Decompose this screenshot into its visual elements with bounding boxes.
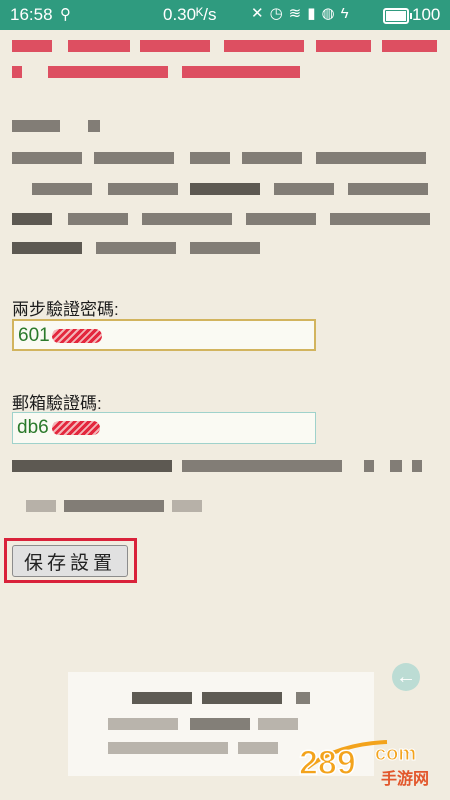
battery-icon — [383, 8, 412, 24]
status-bar: 16:58 ⚲ 0.30ᴷ/s ✕◷≋▮◍ϟ 100 — [0, 0, 450, 30]
watermark-brand: 289 — [299, 744, 356, 782]
charging-icon: ϟ — [340, 5, 355, 22]
status-icons: ✕◷≋▮◍ϟ — [251, 4, 355, 22]
status-time: 16:58 — [10, 5, 53, 24]
network-speed: 0.30ᴷ/s — [163, 5, 217, 24]
back-arrow-icon[interactable]: ← — [392, 663, 420, 691]
watermark-suffix: com — [375, 743, 416, 765]
email-code-label: 郵箱驗證碼: — [12, 394, 102, 413]
two-step-password-value: 601 — [18, 325, 50, 346]
signal-icon: ▮ — [307, 5, 322, 22]
save-settings-button[interactable]: 保存設置 — [12, 545, 128, 577]
redaction-scribble — [52, 329, 102, 343]
battery-percent: 100 — [412, 5, 441, 24]
usb-icon: ⚲ — [60, 6, 71, 23]
notification-mute-icon: ✕ — [251, 5, 270, 22]
data-saver-icon: ◍ — [321, 5, 341, 22]
wifi-icon: ≋ — [288, 5, 308, 22]
watermark-logo: 289 com 手游网 — [298, 740, 429, 788]
two-step-password-label: 兩步驗證密碼: — [12, 300, 119, 319]
redaction-scribble — [52, 421, 100, 435]
alarm-icon: ◷ — [269, 5, 289, 22]
email-code-value: db6 — [17, 417, 49, 438]
watermark-subtitle: 手游网 — [381, 769, 429, 788]
